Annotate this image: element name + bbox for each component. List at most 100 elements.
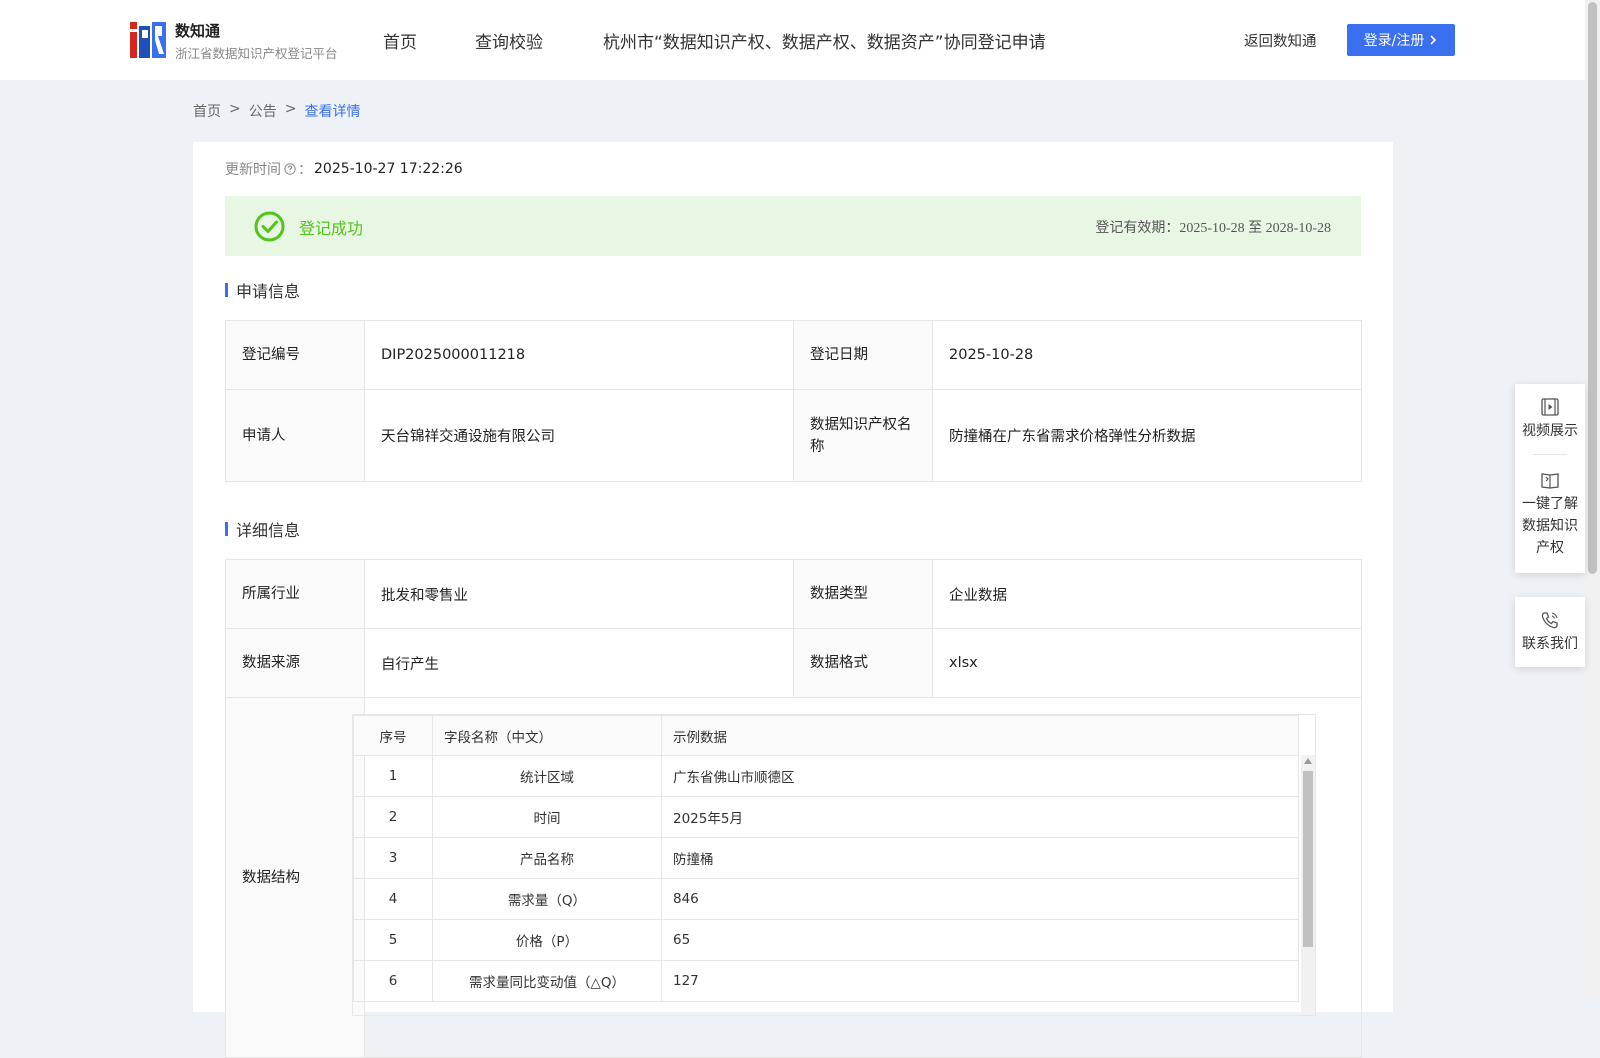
update-time-value: 2025-10-27 17:22:26 (314, 161, 463, 177)
update-time-label: 更新时间 (225, 162, 281, 178)
col-header-field: 字段名称（中文） (432, 715, 662, 756)
video-icon (1541, 398, 1559, 416)
row-field: 价格（P） (432, 919, 662, 961)
structure-table-container[interactable]: 序号 字段名称（中文） 示例数据 1 统计区域 广东省佛山市顺德区 2 时间 2… (352, 714, 1316, 1016)
row-field: 统计区域 (432, 755, 662, 797)
nav-query-verify[interactable]: 查询校验 (475, 28, 543, 53)
login-label: 登录/注册 (1363, 33, 1425, 49)
table-row: 所属行业 批发和零售业 数据类型 企业数据 (225, 559, 1362, 629)
row-field: 时间 (432, 796, 662, 838)
side-contact-label: 联系我们 (1522, 636, 1578, 652)
login-register-button[interactable]: 登录/注册 (1347, 24, 1455, 56)
side-panel-contact: 联系我们 (1515, 597, 1585, 667)
update-time-row: 更新时间 ： 2025-10-27 17:22:26 (225, 159, 463, 179)
structure-table: 序号 字段名称（中文） 示例数据 1 统计区域 广东省佛山市顺德区 2 时间 2… (353, 715, 1299, 1002)
chevron-right-icon (1430, 35, 1437, 45)
row-no: 4 (353, 878, 433, 920)
row-sample: 防撞桶 (661, 837, 1299, 879)
col-header-sample: 示例数据 (661, 715, 1299, 756)
logo-icon[interactable] (130, 20, 166, 58)
page-scrollbar[interactable] (1585, 0, 1600, 1000)
data-type-label: 数据类型 (793, 559, 933, 629)
table-row: 数据来源 自行产生 数据格式 xlsx (225, 628, 1362, 698)
update-time-colon: ： (298, 162, 312, 178)
row-sample: 65 (661, 919, 1299, 961)
row-no: 1 (353, 755, 433, 797)
breadcrumb-notice[interactable]: 公告 (249, 101, 277, 121)
row-no: 5 (353, 919, 433, 961)
side-video-button[interactable]: 视频展示 (1515, 384, 1585, 454)
format-value: xlsx (932, 628, 1362, 698)
source-value: 自行产生 (364, 628, 794, 698)
reg-date-label: 登记日期 (793, 320, 933, 390)
table-row: 1 统计区域 广东省佛山市顺德区 (353, 755, 1299, 797)
book-icon (1541, 473, 1559, 489)
breadcrumb: 首页 > 公告 > 查看详情 (193, 101, 360, 121)
side-learn-label: 一键了解数据知识产权 (1522, 496, 1578, 556)
validity-period: 登记有效期：2025-10-28 至 2028-10-28 (1095, 217, 1331, 237)
applicant-value: 天台锦祥交通设施有限公司 (364, 389, 794, 482)
table-row: 3 产品名称 防撞桶 (353, 837, 1299, 879)
row-no: 6 (353, 960, 433, 1002)
row-no: 3 (353, 837, 433, 879)
table-row: 5 价格（P） 65 (353, 919, 1299, 961)
breadcrumb-separator: > (229, 101, 241, 117)
status-text: 登记成功 (299, 219, 364, 238)
section-title-text: 申请信息 (236, 282, 301, 301)
row-field: 产品名称 (432, 837, 662, 879)
brand-subtitle: 浙江省数据知识产权登记平台 (175, 46, 338, 61)
reg-date-value: 2025-10-28 (932, 320, 1362, 390)
phone-icon (1541, 612, 1558, 629)
question-circle-icon[interactable] (284, 163, 296, 175)
table-row: 6 需求量同比变动值（△Q） 127 (353, 960, 1299, 1002)
section-marker (225, 522, 228, 536)
side-panel-help: 视频展示 一键了解数据知识产权 (1515, 384, 1585, 573)
scroll-up-arrow-icon[interactable] (1304, 758, 1312, 764)
row-sample: 846 (661, 878, 1299, 920)
section-title-text: 详细信息 (236, 521, 301, 540)
format-label: 数据格式 (793, 628, 933, 698)
apply-info-table: 登记编号 DIP2025000011218 登记日期 2025-10-28 申请… (225, 320, 1362, 482)
validity-value: 2025-10-28 至 2028-10-28 (1179, 221, 1331, 236)
ip-name-label: 数据知识产权名称 (793, 389, 933, 482)
table-row: 2 时间 2025年5月 (353, 796, 1299, 838)
breadcrumb-current: 查看详情 (304, 104, 361, 120)
back-to-home-link[interactable]: 返回数知通 (1244, 30, 1317, 51)
ip-name-value: 防撞桶在广东省需求价格弹性分析数据 (932, 389, 1362, 482)
nav-home[interactable]: 首页 (383, 28, 417, 53)
table-row: 4 需求量（Q） 846 (353, 878, 1299, 920)
structure-scrollbar-thumb[interactable] (1303, 771, 1313, 947)
row-sample: 2025年5月 (661, 796, 1299, 838)
row-sample: 127 (661, 960, 1299, 1002)
source-label: 数据来源 (225, 628, 365, 698)
page-scrollbar-thumb[interactable] (1588, 2, 1597, 574)
breadcrumb-home[interactable]: 首页 (193, 101, 221, 121)
section-marker (225, 283, 228, 297)
row-field: 需求量同比变动值（△Q） (432, 960, 662, 1002)
row-sample: 广东省佛山市顺德区 (661, 755, 1299, 797)
data-type-value: 企业数据 (932, 559, 1362, 629)
side-video-label: 视频展示 (1522, 423, 1578, 439)
industry-label: 所属行业 (225, 559, 365, 629)
structure-header-row: 序号 字段名称（中文） 示例数据 (353, 715, 1299, 756)
applicant-label: 申请人 (225, 389, 365, 482)
structure-scrollbar[interactable] (1301, 755, 1315, 1015)
top-header: 数知通 浙江省数据知识产权登记平台 首页 查询校验 杭州市“数据知识产权、数据产… (0, 0, 1585, 80)
table-row: 登记编号 DIP2025000011218 登记日期 2025-10-28 (225, 320, 1362, 390)
side-learn-button[interactable]: 一键了解数据知识产权 (1515, 455, 1585, 573)
detail-card: 更新时间 ： 2025-10-27 17:22:26 登记成功 登记有效期：20… (193, 142, 1393, 1058)
nav-hangzhou-registration[interactable]: 杭州市“数据知识产权、数据产权、数据资产”协同登记申请 (603, 28, 1046, 53)
table-row: 申请人 天台锦祥交通设施有限公司 数据知识产权名称 防撞桶在广东省需求价格弹性分… (225, 389, 1362, 482)
section-detail-info: 详细信息 (225, 517, 300, 541)
section-apply-info: 申请信息 (225, 278, 300, 302)
side-contact-button[interactable]: 联系我们 (1515, 597, 1585, 667)
col-header-no: 序号 (353, 715, 433, 756)
reg-no-label: 登记编号 (225, 320, 365, 390)
row-field: 需求量（Q） (432, 878, 662, 920)
industry-value: 批发和零售业 (364, 559, 794, 629)
reg-no-value: DIP2025000011218 (364, 320, 794, 390)
row-no: 2 (353, 796, 433, 838)
brand-name: 数知通 (175, 22, 221, 40)
status-banner: 登记成功 登记有效期：2025-10-28 至 2028-10-28 (225, 196, 1361, 256)
structure-label: 数据结构 (225, 697, 365, 1058)
